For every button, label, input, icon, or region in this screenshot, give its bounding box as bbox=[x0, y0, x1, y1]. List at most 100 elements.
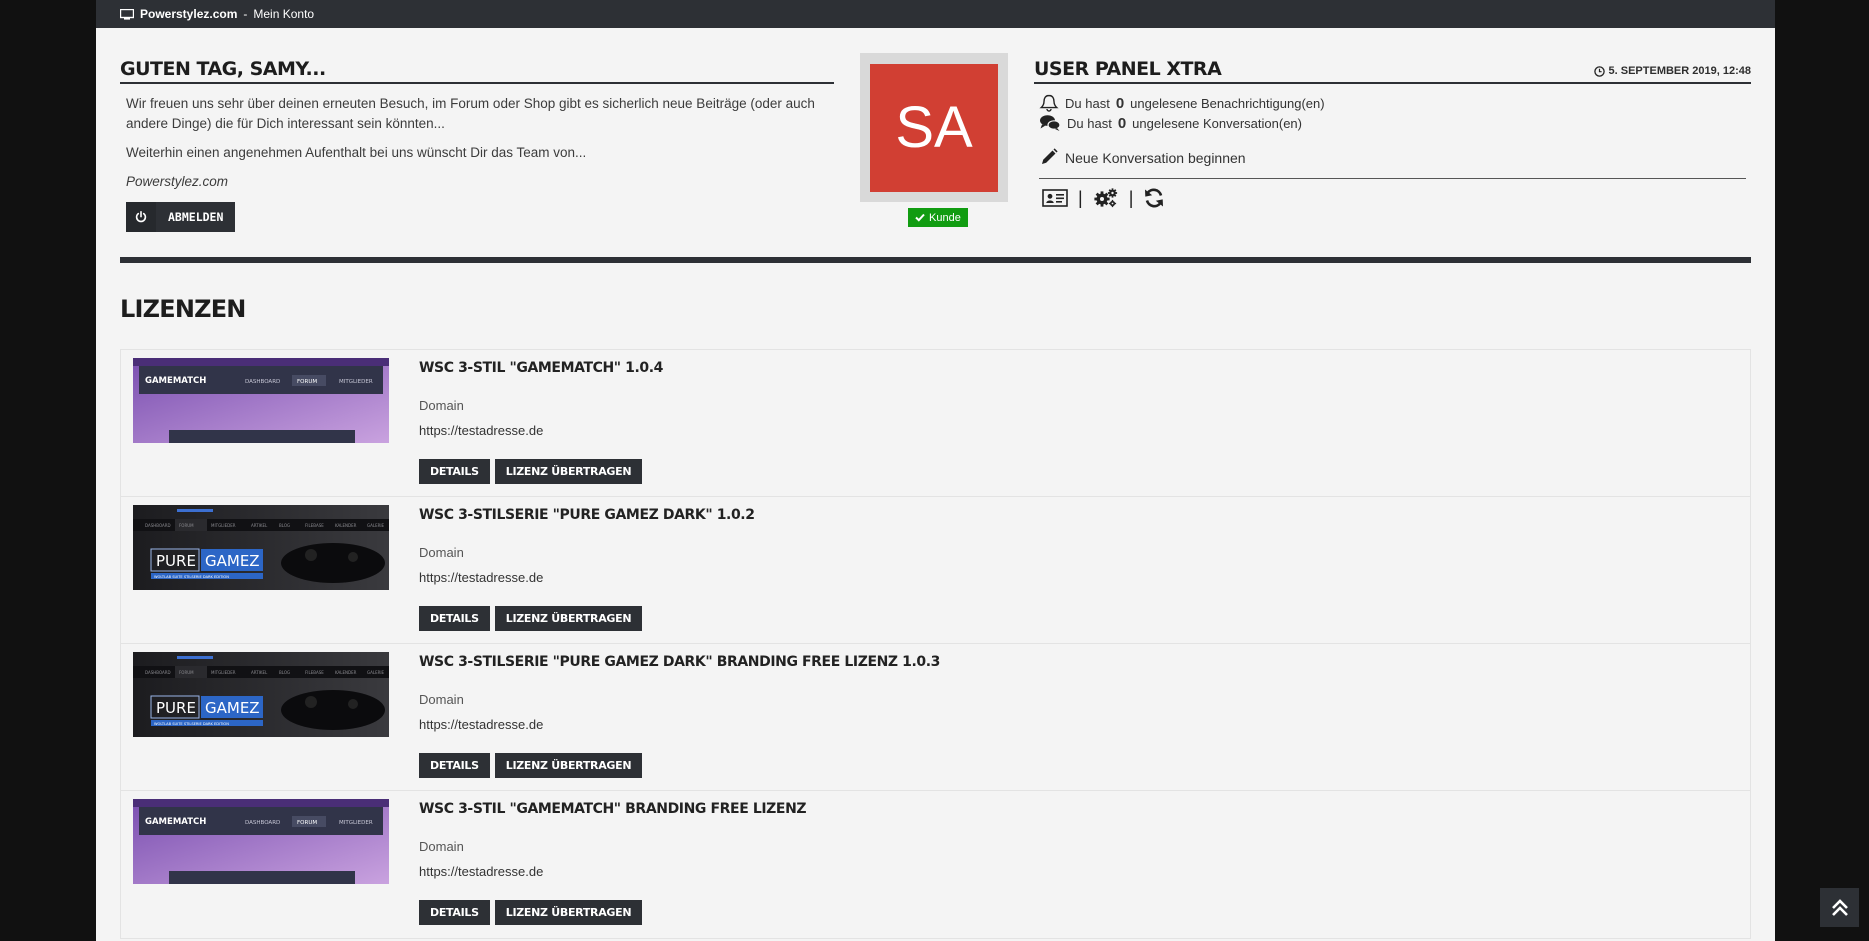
thumb-nav-item: BLOG bbox=[279, 523, 290, 528]
avatar-frame: SA bbox=[860, 53, 1008, 202]
thumb-nav-item: KALENDER bbox=[335, 523, 357, 528]
details-button[interactable]: DETAILS bbox=[419, 753, 490, 778]
license-list: GAMEMATCH DASHBOARD FORUM MITGLIEDER WSC… bbox=[120, 349, 1751, 939]
thumb-nav-item: DASHBOARD bbox=[245, 379, 280, 385]
license-name: WSC 3-Stil "Gamematch" 1.0.4 bbox=[419, 360, 664, 376]
badge-label: Kunde bbox=[929, 211, 961, 224]
thumb-nav-item: FORUM bbox=[179, 523, 194, 528]
license-actions: DETAILS LIZENZ ÜBERTRAGEN bbox=[419, 753, 940, 778]
license-actions: DETAILS LIZENZ ÜBERTRAGEN bbox=[419, 900, 806, 925]
license-name: WSC 3-Stil "Gamematch" Branding Free Liz… bbox=[419, 801, 807, 817]
greeting-title: Guten Tag, Samy... bbox=[120, 58, 834, 84]
section-divider bbox=[120, 257, 1751, 263]
breadcrumb-site-link[interactable]: Powerstylez.com bbox=[140, 7, 237, 21]
thumb-nav-item: FILEBASE bbox=[305, 670, 324, 675]
thumb-nav-item: MITGLIEDER bbox=[339, 379, 373, 385]
license-row: GAMEMATCH DASHBOARD FORUM MITGLIEDER WSC… bbox=[121, 350, 1750, 497]
license-thumbnail-gamematch[interactable]: GAMEMATCH DASHBOARD FORUM MITGLIEDER bbox=[133, 358, 389, 443]
details-button[interactable]: DETAILS bbox=[419, 900, 490, 925]
license-row: GAMEMATCH DASHBOARD FORUM MITGLIEDER WSC… bbox=[121, 791, 1750, 938]
notifications-link[interactable]: Du hast 0 ungelesene Benachrichtigung(en… bbox=[1039, 94, 1751, 112]
license-info: WSC 3-Stil "Gamematch" 1.0.4 Domain http… bbox=[419, 360, 663, 484]
panel-divider bbox=[1039, 178, 1746, 179]
datetime-text: 5. SEPTEMBER 2019, 12:48 bbox=[1608, 65, 1751, 77]
thumb-nav-item: DASHBOARD bbox=[145, 670, 171, 675]
thumb-nav-item: MITGLIEDER bbox=[211, 670, 236, 675]
clock-icon bbox=[1593, 65, 1605, 77]
cogs-icon[interactable] bbox=[1093, 187, 1119, 209]
license-row: DASHBOARD FORUM MITGLIEDER ARTIKEL BLOG … bbox=[121, 497, 1750, 644]
monitor-icon bbox=[120, 8, 134, 20]
details-button[interactable]: DETAILS bbox=[419, 606, 490, 631]
conversations-prefix: Du hast bbox=[1067, 115, 1112, 131]
thumb-nav-item: GALERIE bbox=[367, 670, 385, 675]
domain-label: Domain bbox=[419, 398, 464, 413]
conversations-count: 0 bbox=[1117, 114, 1127, 132]
greeting-text: Wir freuen uns sehr über deinen erneuten… bbox=[126, 96, 815, 131]
breadcrumb: Powerstylez.com - Mein Konto bbox=[96, 0, 1775, 28]
bell-icon bbox=[1039, 94, 1059, 112]
thumb-nav-item: FORUM bbox=[297, 379, 317, 385]
thumb-logo: GAMEMATCH bbox=[145, 376, 206, 386]
check-icon bbox=[915, 213, 925, 222]
greeting-signature: Powerstylez.com bbox=[126, 174, 229, 189]
notifications-count: 0 bbox=[1115, 94, 1125, 112]
license-info: WSC 3-Stilserie "Pure Gamez Dark" Brandi… bbox=[419, 654, 940, 778]
breadcrumb-current-page: Mein Konto bbox=[253, 7, 315, 21]
license-actions: DETAILS LIZENZ ÜBERTRAGEN bbox=[419, 459, 663, 484]
user-panel-header: User Panel Xtra 5. SEPTEMBER 2019, 12:48 bbox=[1034, 58, 1751, 84]
thumb-logo-pure: PURE bbox=[156, 699, 196, 717]
thumb-logo: GAMEMATCH bbox=[145, 817, 206, 827]
license-thumbnail-puregamez[interactable]: DASHBOARD FORUM MITGLIEDER ARTIKEL BLOG … bbox=[133, 652, 389, 737]
user-panel-toolbar: | | bbox=[1042, 187, 1751, 209]
license-name: WSC 3-Stilserie "Pure Gamez Dark" 1.0.2 bbox=[419, 507, 755, 523]
transfer-license-button[interactable]: LIZENZ ÜBERTRAGEN bbox=[494, 459, 643, 484]
license-name: WSC 3-Stilserie "Pure Gamez Dark" Brandi… bbox=[419, 654, 941, 670]
double-chevron-up-icon bbox=[1831, 898, 1848, 916]
thumb-nav-item: FORUM bbox=[297, 820, 317, 826]
licenses-title: Lizenzen bbox=[120, 295, 246, 323]
toolbar-separator: | bbox=[1128, 187, 1134, 208]
current-datetime: 5. SEPTEMBER 2019, 12:48 bbox=[1593, 65, 1751, 80]
breadcrumb-separator: - bbox=[243, 7, 248, 21]
scroll-to-top-button[interactable] bbox=[1820, 888, 1859, 927]
user-group-badge: Kunde bbox=[908, 208, 968, 227]
thumb-nav-item: ARTIKEL bbox=[251, 523, 268, 528]
logout-label: ABMELDEN bbox=[168, 210, 224, 224]
toolbar-separator: | bbox=[1078, 187, 1083, 208]
thumb-nav-item: MITGLIEDER bbox=[211, 523, 236, 528]
transfer-license-button[interactable]: LIZENZ ÜBERTRAGEN bbox=[494, 606, 643, 631]
thumb-nav-item: DASHBOARD bbox=[245, 820, 280, 826]
license-thumbnail-puregamez[interactable]: DASHBOARD FORUM MITGLIEDER ARTIKEL BLOG … bbox=[133, 505, 389, 590]
domain-value: https://testadresse.de bbox=[419, 717, 544, 732]
conversations-suffix: ungelesene Konversation(en) bbox=[1132, 115, 1302, 131]
id-card-icon[interactable] bbox=[1042, 188, 1068, 208]
license-info: WSC 3-Stilserie "Pure Gamez Dark" 1.0.2 … bbox=[419, 507, 755, 631]
thumb-nav-item: KALENDER bbox=[335, 670, 357, 675]
thumb-nav-item: GALERIE bbox=[367, 523, 385, 528]
license-thumbnail-gamematch[interactable]: GAMEMATCH DASHBOARD FORUM MITGLIEDER bbox=[133, 799, 389, 884]
domain-value: https://testadresse.de bbox=[419, 423, 544, 438]
thumb-nav-item: ARTIKEL bbox=[251, 670, 268, 675]
domain-label: Domain bbox=[419, 545, 464, 560]
comments-icon bbox=[1040, 115, 1061, 131]
pencil-icon bbox=[1042, 148, 1058, 164]
thumb-logo-gamez: GAMEZ bbox=[205, 552, 260, 570]
domain-value: https://testadresse.de bbox=[419, 864, 544, 879]
page: Powerstylez.com - Mein Konto Guten Tag, … bbox=[96, 0, 1775, 941]
conversations-link[interactable]: Du hast 0 ungelesene Konversation(en) bbox=[1039, 114, 1751, 132]
thumb-logo-gamez: GAMEZ bbox=[205, 699, 260, 717]
licenses-header: Lizenzen bbox=[120, 295, 246, 323]
new-conversation-link[interactable]: Neue Konversation beginnen bbox=[1039, 148, 1751, 167]
avatar[interactable]: SA bbox=[870, 63, 998, 192]
license-actions: DETAILS LIZENZ ÜBERTRAGEN bbox=[419, 606, 755, 631]
refresh-icon[interactable] bbox=[1143, 187, 1165, 209]
transfer-license-button[interactable]: LIZENZ ÜBERTRAGEN bbox=[494, 753, 643, 778]
logout-button[interactable]: ABMELDEN bbox=[126, 202, 236, 232]
thumb-nav-item: FORUM bbox=[179, 670, 194, 675]
notifications-prefix: Du hast bbox=[1065, 95, 1110, 111]
license-info: WSC 3-Stil "Gamematch" Branding Free Liz… bbox=[419, 801, 807, 925]
details-button[interactable]: DETAILS bbox=[419, 459, 490, 484]
user-panel: User Panel Xtra 5. SEPTEMBER 2019, 12:48… bbox=[1034, 58, 1751, 209]
transfer-license-button[interactable]: LIZENZ ÜBERTRAGEN bbox=[494, 900, 643, 925]
